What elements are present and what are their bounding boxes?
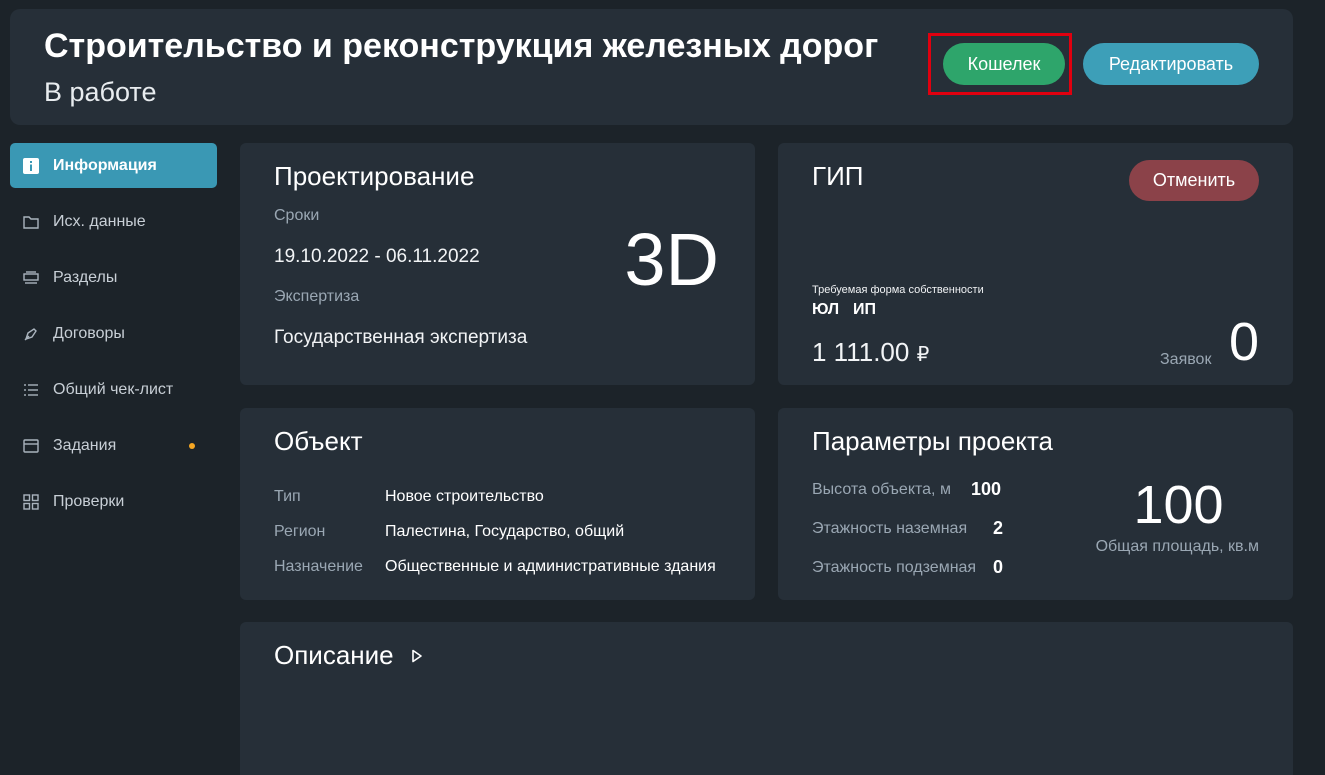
sidebar-item-label: Разделы — [53, 268, 118, 286]
sidebar-item-label: Общий чек-лист — [53, 380, 174, 398]
design-mode: 3D — [624, 218, 719, 301]
param-value: 0 — [993, 557, 1004, 577]
info-icon — [22, 157, 40, 175]
dates-value: 19.10.2022 - 06.11.2022 — [274, 246, 480, 267]
gip-card: ГИП Отменить Требуемая форма собственнос… — [778, 143, 1293, 385]
object-row-value: Новое строительство — [385, 488, 544, 505]
folder-icon — [22, 213, 40, 231]
ownership-option: ЮЛ — [812, 301, 840, 318]
sidebar-item-label: Информация — [53, 156, 157, 174]
expand-triangle-icon[interactable] — [410, 649, 424, 663]
object-row-label: Тип — [274, 488, 301, 505]
object-card: Объект Тип Новое строительство Регион Па… — [240, 408, 755, 600]
sidebar-item-label: Договоры — [53, 324, 125, 342]
area-label: Общая площадь, кв.м — [1095, 538, 1259, 555]
project-status: В работе — [44, 77, 157, 107]
param-label: Высота объекта, м — [812, 481, 951, 498]
sidebar-item-checklist[interactable]: Общий чек-лист — [10, 367, 217, 412]
sidebar-item-checks[interactable]: Проверки — [10, 479, 217, 524]
params-card: Параметры проекта Высота объекта, м 100 … — [778, 408, 1293, 600]
object-row-label: Назначение — [274, 558, 363, 575]
ownership-label: Требуемая форма собственности — [812, 284, 984, 296]
sidebar-item-label: Проверки — [53, 492, 125, 510]
tasks-icon — [22, 437, 40, 455]
checklist-icon — [22, 381, 40, 399]
param-value: 2 — [993, 518, 1004, 538]
design-card: Проектирование Сроки 19.10.2022 - 06.11.… — [240, 143, 755, 385]
card-title: Проектирование — [274, 161, 475, 191]
sidebar-item-tasks[interactable]: Задания — [10, 423, 217, 468]
card-title: Параметры проекта — [812, 426, 1054, 456]
pen-icon — [22, 325, 40, 343]
sections-icon — [22, 269, 40, 287]
cancel-button[interactable]: Отменить — [1129, 160, 1259, 201]
object-row-label: Регион — [274, 523, 326, 540]
dates-label: Сроки — [274, 207, 320, 224]
edit-button[interactable]: Редактировать — [1083, 43, 1259, 85]
sidebar-item-info[interactable]: Информация — [10, 143, 217, 188]
param-label: Этажность подземная — [812, 559, 977, 576]
wallet-button[interactable]: Кошелек — [943, 43, 1065, 85]
price: 1 111.00 ₽ — [812, 337, 929, 368]
card-title: ГИП — [812, 161, 864, 191]
expertise-value: Государственная экспертиза — [274, 327, 528, 348]
price-value: 1 111.00 — [812, 337, 910, 367]
grid-icon — [22, 493, 40, 511]
project-header: Строительство и реконструкция железных д… — [10, 9, 1293, 125]
object-row-value: Общественные и административные здания — [385, 558, 716, 575]
sidebar-item-label: Исх. данные — [53, 212, 146, 230]
notification-dot — [189, 443, 195, 449]
sidebar-nav: Информация Исх. данные Разделы Договоры … — [10, 143, 217, 535]
sidebar-item-label: Задания — [53, 436, 117, 454]
sidebar-item-sections[interactable]: Разделы — [10, 255, 217, 300]
description-card: Описание — [240, 622, 1293, 775]
expertise-label: Экспертиза — [274, 288, 360, 305]
sidebar-item-contracts[interactable]: Договоры — [10, 311, 217, 356]
sidebar-item-source-data[interactable]: Исх. данные — [10, 199, 217, 244]
param-label: Этажность наземная — [812, 520, 968, 537]
ownership-option: ИП — [853, 301, 876, 318]
requests-label: Заявок — [1160, 351, 1212, 368]
card-title: Описание — [274, 640, 394, 670]
param-value: 100 — [971, 479, 1002, 499]
requests-count: 0 — [1228, 312, 1259, 372]
object-row-value: Палестина, Государство, общий — [385, 523, 625, 540]
currency-symbol: ₽ — [916, 344, 930, 366]
area-value: 100 — [1133, 475, 1224, 535]
card-title: Объект — [274, 426, 363, 456]
project-title: Строительство и реконструкция железных д… — [44, 27, 879, 65]
